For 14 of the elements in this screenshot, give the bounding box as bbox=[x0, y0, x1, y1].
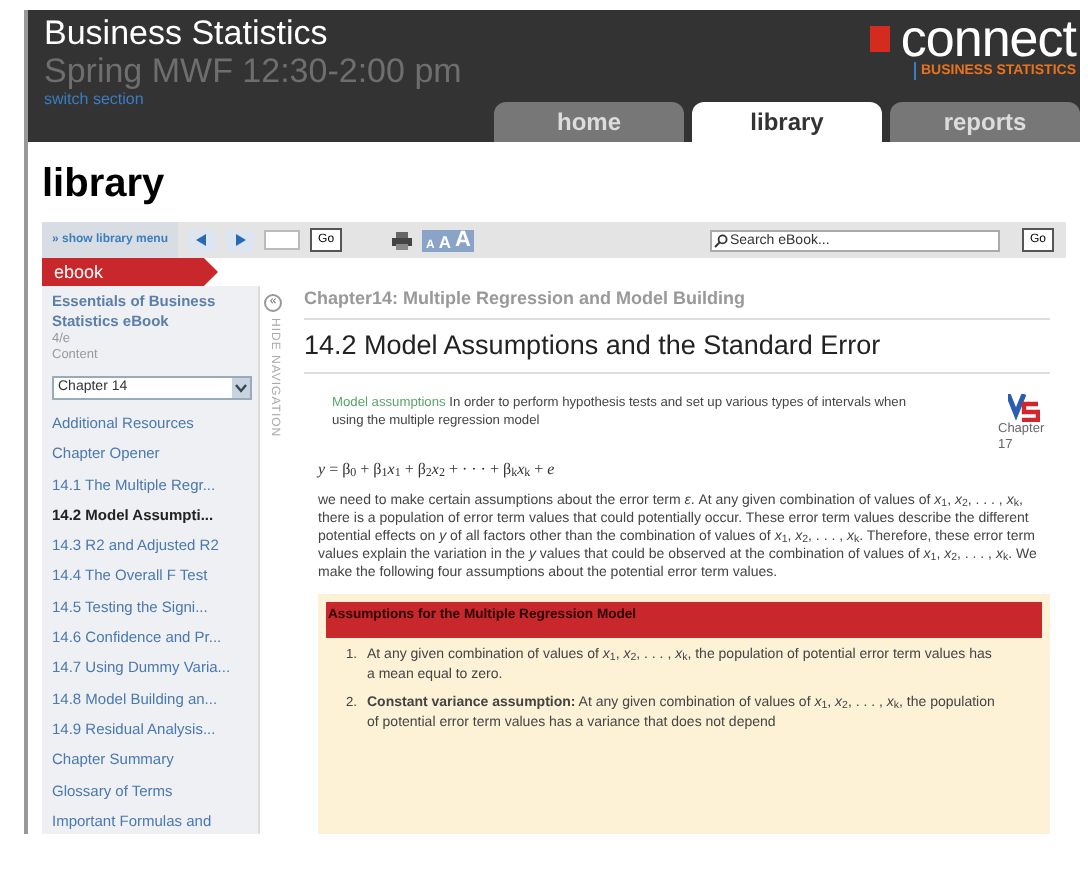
connect-logo: connect bbox=[900, 14, 1076, 62]
font-size-button[interactable]: A bbox=[455, 229, 471, 251]
chapter-title: Chapter14: Multiple Regression and Model Building bbox=[304, 286, 1050, 319]
font-size-button[interactable]: A bbox=[438, 234, 452, 251]
nav-tab[interactable]: home bbox=[494, 102, 684, 142]
section-name: Spring MWF 12:30-2:00 pm bbox=[44, 52, 462, 90]
nav-tab[interactable]: library bbox=[692, 102, 882, 142]
regression-equation: y = β$_{0}$ + β$_{1}$x$_{1}$ + β$_{2}$x$_{2}$ + · · · + β$_{k}$x$_{k}$ + e bbox=[314, 457, 557, 482]
course-title: Business Statistics bbox=[44, 14, 328, 52]
switch-section-link[interactable]: switch section bbox=[44, 90, 144, 110]
section-heading: 14.2 Model Assumptions and the Standard Error bbox=[304, 319, 1050, 374]
ebook-tab[interactable]: ebook bbox=[42, 258, 218, 286]
page-title: library bbox=[42, 162, 165, 206]
nav-tab[interactable]: reports bbox=[890, 102, 1080, 142]
